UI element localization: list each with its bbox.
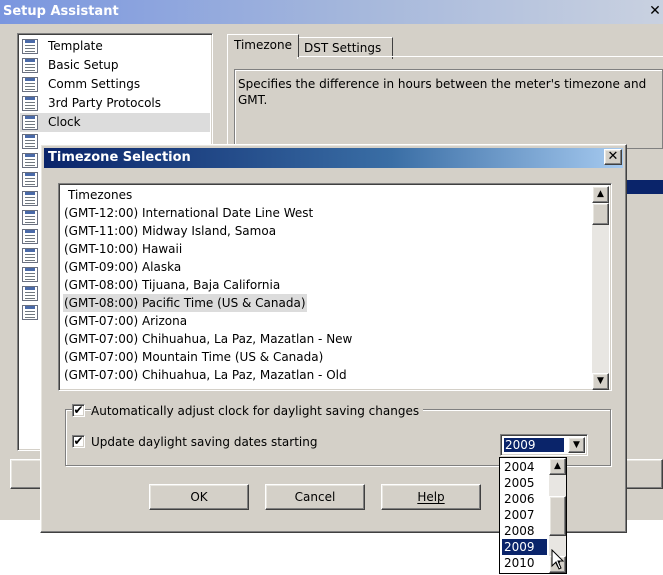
check-icon: ✔ xyxy=(73,403,84,417)
year-option[interactable]: 2009 xyxy=(502,539,547,555)
help-button[interactable]: Help xyxy=(381,484,481,510)
auto-adjust-label[interactable]: Automatically adjust clock for daylight … xyxy=(91,404,424,418)
tree-item[interactable]: Basic Setup xyxy=(20,56,210,75)
ok-button[interactable]: OK xyxy=(149,484,249,510)
timezone-row[interactable]: (GMT-09:00) Alaska xyxy=(63,258,182,276)
timezone-row[interactable]: (GMT-08:00) Tijuana, Baja California xyxy=(63,276,281,294)
tree-item[interactable]: Comm Settings xyxy=(20,75,210,94)
document-icon xyxy=(22,77,38,92)
tab-timezone[interactable]: Timezone xyxy=(227,34,299,57)
timezone-row[interactable]: (GMT-07:00) Chihuahua, La Paz, Mazatlan … xyxy=(63,330,353,348)
year-option[interactable]: 2008 xyxy=(502,523,547,539)
year-selected-value: 2009 xyxy=(504,438,564,452)
document-icon xyxy=(22,115,38,130)
document-icon xyxy=(22,248,38,263)
year-option[interactable]: 2010 xyxy=(502,555,547,571)
dialog-titlebar[interactable]: Timezone Selection xyxy=(44,148,623,168)
description-text: Specifies the difference in hours betwee… xyxy=(238,77,647,107)
close-icon[interactable]: ✕ xyxy=(604,149,622,165)
window-title: Setup Assistant xyxy=(3,4,119,19)
timezone-row[interactable]: (GMT-07:00) Chihuahua, La Paz, Mazatlan … xyxy=(63,366,348,384)
cancel-button[interactable]: Cancel xyxy=(265,484,365,510)
year-option[interactable]: 2004 xyxy=(502,459,547,475)
timezone-row[interactable]: (GMT-07:00) Arizona xyxy=(63,312,188,330)
year-option[interactable]: 2006 xyxy=(502,491,547,507)
tree-item-label: Comm Settings xyxy=(48,77,141,91)
document-icon xyxy=(22,96,38,111)
tree-item-label: 3rd Party Protocols xyxy=(48,96,162,110)
tree-item-label: Template xyxy=(48,39,103,53)
tree-item[interactable]: Clock xyxy=(20,113,210,132)
tree-item-label: Clock xyxy=(48,115,81,129)
document-icon xyxy=(22,267,38,282)
document-icon xyxy=(22,172,38,187)
timezone-row[interactable]: (GMT-10:00) Hawaii xyxy=(63,240,183,258)
tree-item[interactable]: Template xyxy=(20,37,210,56)
year-combobox[interactable]: 2009 ▼ xyxy=(500,434,588,456)
description-box: Specifies the difference in hours betwee… xyxy=(234,69,663,149)
dialog-title: Timezone Selection xyxy=(48,150,191,165)
document-icon xyxy=(22,39,38,54)
tree-item-label: Basic Setup xyxy=(48,58,119,72)
document-icon xyxy=(22,191,38,206)
document-icon xyxy=(22,305,38,320)
scroll-up-icon[interactable]: ▲ xyxy=(592,186,609,203)
document-icon xyxy=(22,153,38,168)
help-button-label: Help xyxy=(417,490,445,504)
update-dst-label[interactable]: Update daylight saving dates starting xyxy=(91,435,317,449)
timezone-row[interactable]: (GMT-07:00) Mountain Time (US & Canada) xyxy=(63,348,324,366)
close-icon[interactable]: ✕ xyxy=(647,4,663,20)
scrollbar-thumb[interactable] xyxy=(592,203,609,225)
list-header: Timezones xyxy=(68,188,133,202)
chevron-down-icon[interactable]: ▼ xyxy=(568,437,585,453)
year-option[interactable]: 2007 xyxy=(502,507,547,523)
year-option[interactable]: 2005 xyxy=(502,475,547,491)
timezone-row[interactable]: (GMT-08:00) Pacific Time (US & Canada) xyxy=(63,294,307,312)
document-icon xyxy=(22,229,38,244)
document-icon xyxy=(22,286,38,301)
timezone-list[interactable]: Timezones (GMT-12:00) International Date… xyxy=(58,183,612,391)
timezone-row[interactable]: (GMT-11:00) Midway Island, Samoa xyxy=(63,222,277,240)
document-icon xyxy=(22,58,38,73)
mouse-cursor-icon xyxy=(551,549,565,570)
document-icon xyxy=(22,210,38,225)
scrollbar-thumb[interactable] xyxy=(549,496,566,536)
scroll-up-icon[interactable]: ▲ xyxy=(549,458,566,475)
update-dst-checkbox[interactable]: ✔ xyxy=(72,435,85,448)
check-icon: ✔ xyxy=(73,434,84,448)
auto-adjust-checkbox[interactable]: ✔ xyxy=(72,404,85,417)
timezone-row[interactable]: (GMT-12:00) International Date Line West xyxy=(63,204,314,222)
document-icon xyxy=(22,134,38,149)
tree-item[interactable]: 3rd Party Protocols xyxy=(20,94,210,113)
scroll-down-icon[interactable]: ▼ xyxy=(592,373,609,390)
setup-assistant-titlebar[interactable]: Setup Assistant xyxy=(0,0,663,24)
timezone-scrollbar[interactable]: ▲ ▼ xyxy=(592,186,609,390)
